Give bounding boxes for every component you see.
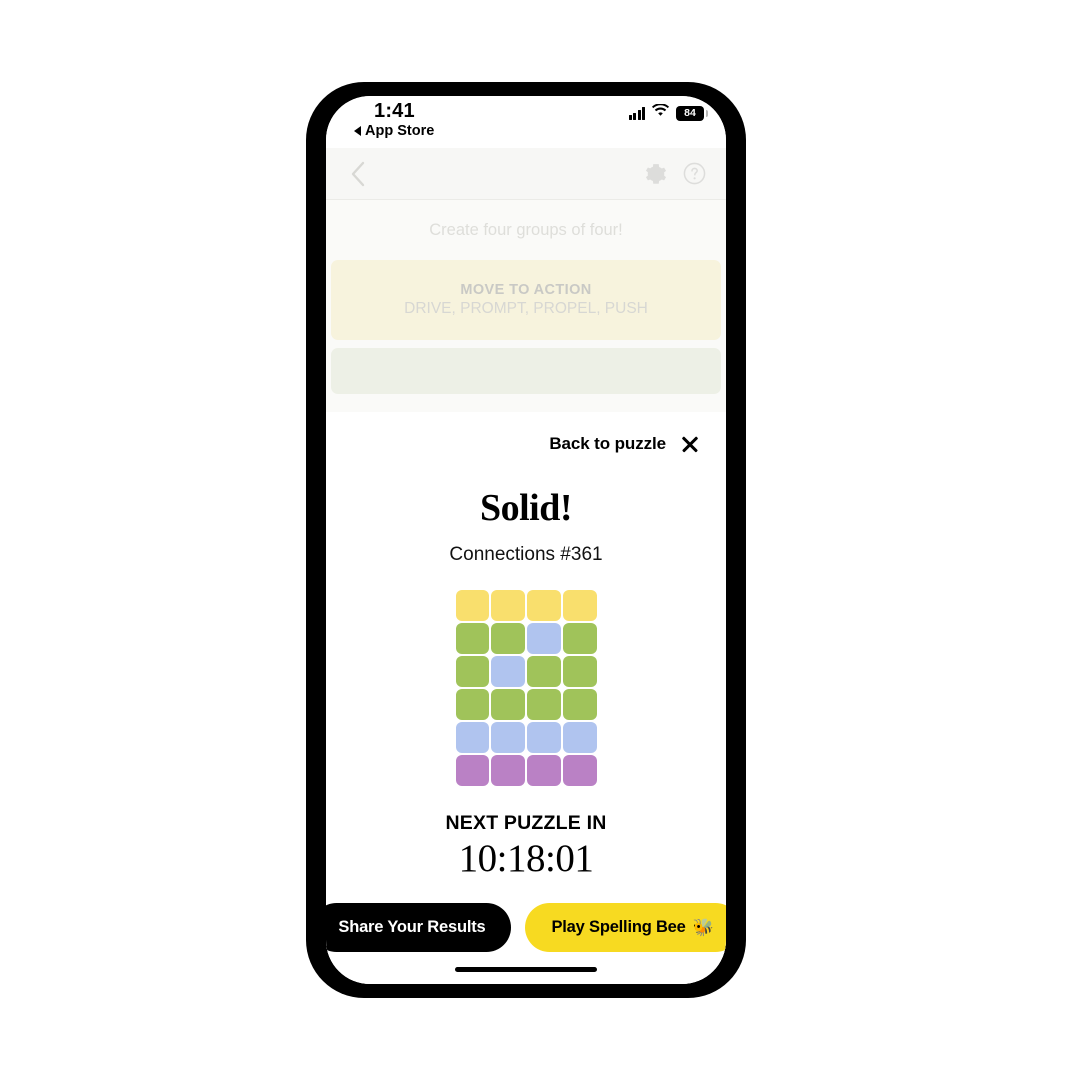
play-spelling-bee-button[interactable]: Play Spelling Bee 🐝 [525,903,726,953]
battery-level-label: 84 [684,106,696,119]
result-tile [562,656,597,688]
bee-icon: 🐝 [692,918,714,938]
solved-group-title: MOVE TO ACTION [460,282,592,298]
close-icon[interactable] [680,434,700,454]
result-tile [491,623,525,655]
next-puzzle-label: NEXT PUZZLE IN [445,812,607,835]
result-tile [455,623,490,655]
solved-group-card: MOVE TO ACTION DRIVE, PROMPT, PROPEL, PU… [331,260,721,340]
result-tile [455,689,490,721]
game-subtitle: Create four groups of four! [326,200,726,260]
result-grid [455,590,597,787]
home-indicator[interactable] [455,966,597,972]
question-mark-circle-icon[interactable] [683,162,706,190]
gear-icon[interactable] [645,163,667,190]
result-tile [455,722,490,754]
signal-bars-icon [628,106,645,120]
result-tile [491,590,525,622]
result-tile [562,689,597,721]
result-tile [455,656,490,688]
result-tile [455,590,490,622]
result-tile [491,722,525,754]
result-tile [527,656,561,688]
status-bar-back-app-label: App Store [365,123,435,139]
game-nav-bar [326,148,726,200]
result-tile [562,755,597,787]
result-tile [527,722,561,754]
results-modal: Back to puzzle Solid! Connections #361 N… [326,412,726,984]
status-bar-indicators: 84 [628,103,708,122]
solved-group-card [331,348,721,394]
result-tile [562,590,597,622]
result-tile [527,755,561,787]
wifi-icon [652,103,669,122]
spelling-bee-button-label: Play Spelling Bee [551,918,686,937]
result-tile [527,689,561,721]
result-tile [562,722,597,754]
results-title: Solid! [479,487,573,529]
back-to-puzzle-button[interactable]: Back to puzzle [549,434,666,454]
screenshot-canvas: 1:41 App Store 84 Create four groups of … [0,0,1080,1080]
result-tile [491,656,525,688]
result-tile [527,623,561,655]
share-button-label: Share Your Results [338,918,486,937]
result-tile [455,755,490,787]
result-tile [491,755,525,787]
results-modal-header: Back to puzzle [326,412,726,454]
back-triangle-icon [354,126,361,136]
share-your-results-button[interactable]: Share Your Results [326,903,512,953]
solved-group-words: DRIVE, PROMPT, PROPEL, PUSH [404,300,648,317]
result-tile [491,689,525,721]
puzzle-id-label: Connections #361 [449,544,603,565]
status-bar-back-to-app-store[interactable]: App Store [354,123,434,139]
result-tile [562,623,597,655]
result-tile [527,590,561,622]
results-actions: Share Your Results Play Spelling Bee 🐝 [326,903,726,953]
chevron-left-icon[interactable] [348,160,368,188]
phone-frame: 1:41 App Store 84 Create four groups of … [306,82,746,998]
status-bar-time: 1:41 [374,100,415,122]
battery-icon: 84 [676,105,708,121]
phone-screen: 1:41 App Store 84 Create four groups of … [326,96,726,984]
game-nav-actions [645,162,706,190]
next-puzzle-countdown: 10:18:01 [458,837,594,881]
status-bar: 1:41 App Store 84 [326,96,726,148]
